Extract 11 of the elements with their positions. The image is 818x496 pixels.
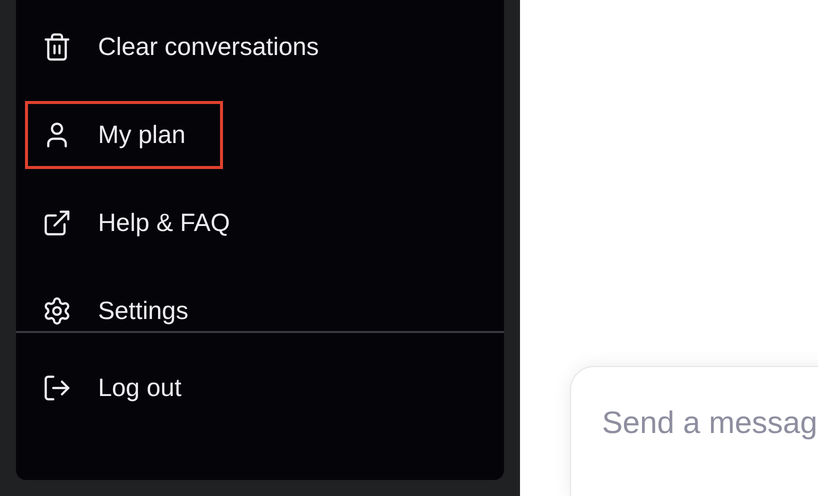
menu-item[interactable]: Settings: [25, 277, 226, 345]
menu-item[interactable]: Clear conversations: [25, 13, 356, 81]
logout-icon: [42, 373, 72, 403]
trash-icon: [42, 32, 72, 62]
message-input[interactable]: Send a messag: [602, 405, 818, 441]
menu-item[interactable]: Help & FAQ: [25, 189, 267, 257]
menu-item[interactable]: Log out: [25, 354, 218, 422]
external-link-icon: [42, 208, 72, 238]
message-composer[interactable]: Send a messag: [570, 366, 818, 496]
settings-icon: [42, 296, 72, 326]
menu-item[interactable]: My plan: [25, 101, 223, 169]
